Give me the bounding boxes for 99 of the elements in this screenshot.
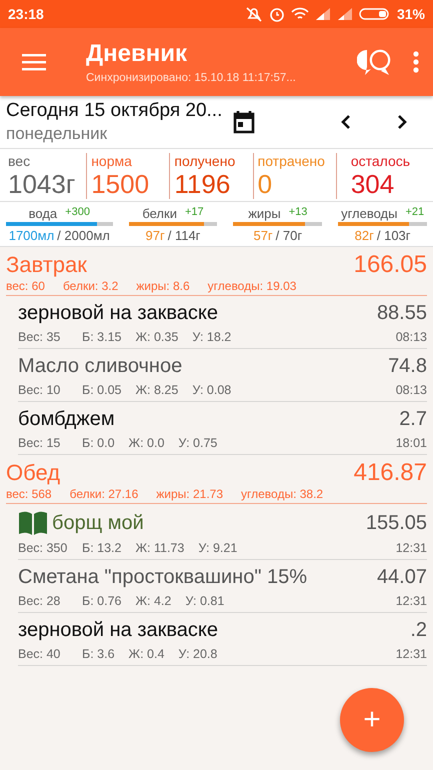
macro-amount: 82г	[354, 228, 374, 243]
food-name: борщ мой	[52, 512, 144, 534]
food-calories: 2.7	[399, 408, 427, 431]
food-nutrient: Вес: 35	[18, 330, 62, 344]
calendar-icon[interactable]	[233, 110, 255, 134]
chevron-left-icon[interactable]	[341, 114, 351, 130]
meal-calories: 416.87	[354, 459, 427, 487]
macro-target: / 114г	[168, 228, 200, 243]
clock: 23:18	[8, 6, 44, 22]
stat-value: 0	[258, 169, 274, 199]
macro-label: белки	[142, 206, 177, 221]
menu-icon[interactable]	[22, 53, 46, 71]
food-nutrient: Ж: 4.2	[135, 594, 172, 608]
macro-target: / 103г	[376, 228, 411, 243]
food-calories: 74.8	[388, 355, 427, 378]
stat-label: норма	[91, 153, 133, 169]
food-name: зерновой на закваске	[18, 302, 218, 325]
food-nutrient: Б: 0.0	[82, 436, 115, 450]
wifi-icon	[290, 7, 309, 21]
macro-target: / 2000мл	[57, 228, 110, 243]
food-time: 08:13	[396, 383, 427, 397]
food-nutrient: Ж: 8.25	[135, 383, 178, 397]
macro-target: / 70г	[276, 228, 302, 243]
meal-nutrient: жиры: 8.6	[136, 279, 190, 293]
food-nutrient: Вес: 350	[18, 541, 68, 555]
macro-delta: +21	[405, 206, 424, 220]
macro-amount: 97г	[146, 228, 165, 243]
app-title: Дневник	[86, 40, 188, 68]
stat-value: 1500	[91, 169, 150, 199]
more-options-icon[interactable]	[413, 51, 419, 73]
stat-label: осталось	[350, 153, 412, 169]
food-nutrient: У: 0.75	[178, 436, 218, 450]
stat-label: получено	[174, 153, 236, 169]
food-nutrient: У: 0.08	[192, 383, 232, 397]
macro-amount: 1700мл	[8, 228, 54, 243]
macro-amount: 57г	[253, 228, 273, 243]
food-name: Масло сливочное	[18, 355, 182, 378]
food-nutrient: У: 0.81	[185, 594, 224, 608]
food-time: 12:31	[396, 594, 427, 608]
meal-nutrient: белки: 3.2	[62, 279, 118, 293]
open-book-icon	[18, 510, 48, 536]
food-name: Сметана "простоквашино" 15%	[18, 566, 308, 589]
macro-label: углеводы	[341, 206, 398, 221]
muted-bell-icon	[244, 6, 263, 22]
chevron-right-icon[interactable]	[397, 114, 407, 130]
meal-nutrient: жиры: 21.73	[156, 487, 224, 501]
battery-percent: 31%	[396, 6, 425, 22]
date-label: Сегодня 15 октября 20...	[6, 100, 224, 122]
food-nutrient: Вес: 28	[18, 594, 62, 608]
weekday-label: понедельник	[6, 124, 108, 144]
alarm-icon	[268, 6, 285, 22]
meal-nutrient: белки: 27.16	[70, 487, 138, 501]
food-calories: 88.55	[376, 302, 427, 325]
food-nutrient: Б: 0.76	[82, 594, 122, 608]
food-nutrient: У: 9.21	[198, 541, 238, 555]
food-nutrient: Б: 3.6	[82, 647, 115, 661]
meal-title: Завтрак	[6, 252, 87, 278]
food-nutrient: У: 20.8	[178, 647, 218, 661]
food-nutrient: Вес: 40	[18, 647, 62, 661]
food-time: 12:31	[396, 541, 427, 555]
sync-status: Синхронизировано: 15.10.18 11:17:57...	[86, 72, 297, 84]
stat-value: 1196	[174, 169, 232, 199]
stat-value: 304	[350, 169, 396, 199]
food-time: 08:13	[396, 330, 427, 344]
food-nutrient: Ж: 11.73	[135, 541, 184, 555]
meal-nutrient: углеводы: 38.2	[241, 487, 324, 501]
food-time: 18:01	[396, 436, 427, 450]
food-nutrient: Б: 0.05	[82, 383, 122, 397]
battery-icon	[358, 7, 391, 21]
stat-value: 1043г	[8, 169, 76, 199]
add-button[interactable]: +	[340, 688, 404, 752]
food-nutrient: Ж: 0.4	[128, 647, 164, 661]
meal-nutrient: вес: 60	[6, 279, 45, 293]
macro-label: жиры	[248, 206, 281, 221]
food-calories: 155.05	[366, 512, 427, 534]
meal-calories: 166.05	[354, 251, 427, 279]
food-name: зерновой на закваске	[18, 619, 218, 642]
food-nutrient: Ж: 0.0	[128, 436, 164, 450]
food-time: 12:31	[396, 647, 427, 661]
food-nutrient: Вес: 10	[18, 383, 62, 397]
meal-nutrient: углеводы: 19.03	[208, 279, 296, 293]
food-nutrient: Б: 13.2	[82, 541, 122, 555]
meal-nutrient: вес: 568	[6, 487, 52, 501]
macro-delta: +17	[184, 206, 204, 220]
macro-label: вода	[28, 206, 58, 221]
macro-delta: +13	[288, 206, 308, 220]
signal-icon	[314, 7, 331, 21]
food-nutrient: У: 18.2	[192, 330, 232, 344]
meal-title: Обед	[6, 460, 60, 486]
food-calories: .2	[410, 619, 427, 642]
food-nutrient: Вес: 15	[18, 436, 62, 450]
stat-label: вес	[8, 153, 32, 169]
food-nutrient: Б: 3.15	[82, 330, 122, 344]
food-nutrient: Ж: 0.35	[135, 330, 178, 344]
stat-label: потрачено	[258, 153, 326, 169]
macro-delta: +300	[65, 206, 90, 220]
signal-icon	[336, 7, 353, 21]
food-name: бомбджем	[18, 408, 115, 431]
food-calories: 44.07	[376, 566, 427, 589]
